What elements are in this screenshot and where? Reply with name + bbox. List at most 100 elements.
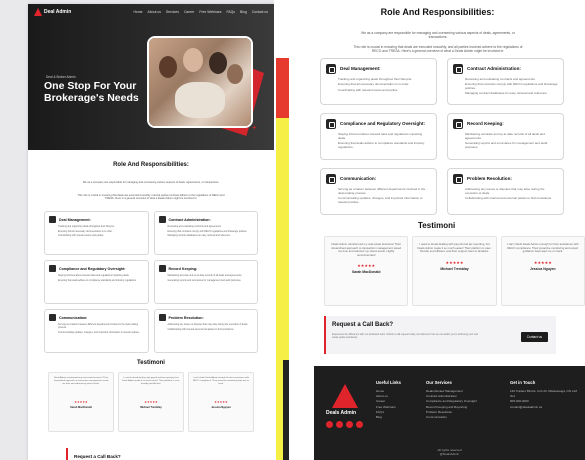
card-title: Communication:	[59, 315, 88, 320]
accent-dark-strip	[283, 360, 289, 460]
nav-link-webinars[interactable]: Free Webinars	[199, 10, 221, 14]
compliance-icon	[326, 119, 336, 129]
testimonial-name: Sarah MacDonald	[351, 270, 381, 275]
site-logo[interactable]: Deal Admin	[34, 8, 71, 16]
testimonial-card: Deals Admin transformed my real estate b…	[48, 372, 114, 432]
card-line: Maintaining accurate and up-to-date reco…	[465, 132, 545, 140]
testimonial-name: Michael Tremblay	[140, 405, 162, 409]
card-line: Communicating updates, changes, and impo…	[58, 331, 140, 334]
card-record-keeping: Record Keeping: Maintaining accurate and…	[153, 260, 258, 304]
footer-link-blog[interactable]: Blog	[376, 415, 401, 420]
card-line: Ensuring that all necessary documentatio…	[338, 82, 410, 87]
card-title: Communication:	[340, 176, 377, 182]
footer-heading: Get in Touch	[510, 380, 536, 385]
contract-icon	[158, 216, 166, 223]
nav-link-faqs[interactable]: FAQs	[227, 10, 235, 14]
nav-link-home[interactable]: Home	[133, 10, 142, 14]
right-page-zoom: Role And Responsibilities: We as a compa…	[290, 0, 585, 460]
footer-copyright: All rights reserved @DealsAdmin	[314, 448, 585, 456]
footer-service[interactable]: Communication	[426, 415, 477, 420]
nav-link-blog[interactable]: Blog	[240, 10, 247, 14]
compliance-icon	[49, 265, 56, 272]
card-line: Staying informed about relevant laws and…	[338, 132, 423, 140]
callback-banner: Request a Call Back? Experience the diff…	[324, 316, 556, 354]
left-page-preview: Deal Admin Home About us Services Career…	[28, 4, 274, 460]
card-line: Reviewing and evaluating contracts and a…	[465, 77, 536, 81]
card-title: Problem Resolution:	[467, 176, 512, 182]
testimonial-card: I used to dread dealing with payroll and…	[118, 372, 184, 432]
star-rating-icon: ★★★★★	[214, 399, 228, 404]
footer-heading: Useful Links	[376, 380, 401, 385]
contact-us-button[interactable]: Contact us	[520, 332, 548, 342]
testimonial-text: Deals Admin transformed my real estate b…	[53, 377, 109, 385]
section-detail: This role is crucial in ensuring that de…	[77, 194, 225, 201]
testimonials-title: Testimoni	[418, 221, 456, 230]
footer-service[interactable]: Compliance and Regulatory Oversight	[426, 399, 477, 404]
card-communication: Communication: Serving as a liaison betw…	[320, 168, 437, 215]
card-line: Ensuring that contracts comply with RECO…	[465, 82, 558, 91]
youtube-icon[interactable]	[356, 421, 363, 428]
nav-link-career[interactable]: Career	[184, 10, 194, 14]
card-line: Reviewing and evaluating contracts and a…	[167, 226, 222, 228]
nav-link-about[interactable]: About us	[148, 10, 161, 14]
card-line: Collaborating with internal and external…	[167, 328, 235, 331]
testimonial-text: I used to dread dealing with payroll and…	[417, 242, 492, 254]
testimonial-card: Deals Admin transformed my real estate b…	[324, 236, 409, 306]
card-line: Coordinating with relevant teams and par…	[58, 235, 105, 237]
top-nav: Deal Admin Home About us Services Career…	[28, 4, 274, 20]
card-title: Compliance and Regulatory Oversight:	[59, 266, 126, 271]
card-contract-admin: Contract Administration: Reviewing and e…	[153, 211, 258, 255]
footer-email[interactable]: contact@dealsadmin.ca	[510, 405, 580, 410]
star-rating-icon: ★★★★★	[445, 259, 464, 265]
card-title: Record Keeping:	[467, 121, 504, 127]
communication-icon	[326, 174, 336, 184]
instagram-icon[interactable]	[336, 421, 343, 428]
card-communication: Communication: Serving as a liaison betw…	[44, 309, 149, 353]
testimonial-text: I used to dread dealing with payroll and…	[122, 377, 180, 385]
hero-kicker: Deal & Broker Admin	[46, 75, 76, 79]
card-line: Ensuring that deals adhere to compliance…	[338, 141, 425, 149]
screenshot-stage: Deal Admin Home About us Services Career…	[0, 0, 585, 460]
section-detail: This role is crucial in ensuring that de…	[353, 45, 523, 54]
footer-logo-icon[interactable]	[332, 384, 358, 408]
deal-icon	[49, 216, 56, 223]
card-title: Contract Administration:	[467, 66, 521, 72]
hero-team-photo	[149, 38, 251, 126]
callback-banner: Request a Call Back?	[66, 448, 256, 460]
card-line: Addressing any issues or disputes that m…	[465, 187, 545, 195]
resolution-icon	[158, 314, 166, 321]
footer-useful-links: Useful Links Home About us Career Free W…	[376, 380, 401, 420]
deal-icon	[326, 64, 336, 74]
linkedin-icon[interactable]	[346, 421, 353, 428]
hero-section: Deal Admin Home About us Services Career…	[28, 4, 274, 150]
card-title: Deal Management:	[340, 66, 381, 72]
nav-link-services[interactable]: Services	[166, 10, 179, 14]
card-contract-admin: Contract Administration: Reviewing and e…	[447, 58, 564, 105]
testimonial-name: Jessica Nguyen	[530, 266, 556, 271]
card-line: Generating reports and summaries for man…	[465, 141, 548, 149]
card-line: Ensuring that all necessary documentatio…	[58, 230, 113, 233]
testimonials: Deals Admin transformed my real estate b…	[48, 372, 254, 432]
accent-red-strip	[276, 58, 289, 118]
card-compliance: Compliance and Regulatory Oversight: Sta…	[320, 113, 437, 160]
card-line: Tracking and organizing deals throughout…	[338, 77, 413, 81]
testimonial-text: I can't thank Deals Admin enough for the…	[193, 377, 249, 385]
star-rating-icon: ★★★★★	[533, 259, 552, 265]
callback-title: Request a Call Back?	[332, 322, 394, 328]
logo-text: Deal Admin	[44, 9, 72, 15]
testimonial-name: Jessica Nguyen	[211, 405, 231, 409]
callback-text: Experience the difference with our dedic…	[332, 333, 478, 339]
card-title: Compliance and Regulatory Oversight:	[340, 121, 426, 127]
responsibility-cards: Deal Management: Tracking and organizing…	[44, 211, 258, 353]
testimonial-name: Sarah MacDonald	[70, 405, 92, 409]
contract-icon	[453, 64, 463, 74]
card-line: Tracking and organizing deals throughout…	[58, 226, 115, 228]
card-line: Collaborating with internal and external…	[465, 196, 552, 201]
facebook-icon[interactable]	[326, 421, 333, 428]
card-line: Coordinating with relevant teams and par…	[338, 87, 399, 92]
card-record-keeping: Record Keeping: Maintaining accurate and…	[447, 113, 564, 160]
star-rating-icon: ★★★★★	[74, 399, 88, 404]
nav-link-contact[interactable]: Contact us	[252, 10, 268, 14]
logo-icon	[34, 8, 42, 16]
footer-services: Our Services Deals Review Management Con…	[426, 380, 477, 420]
